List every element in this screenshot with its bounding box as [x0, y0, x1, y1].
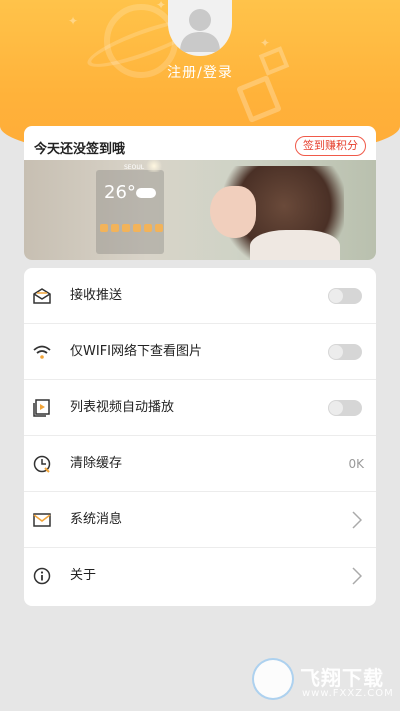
- video-list-icon: [33, 399, 50, 417]
- login-register-link[interactable]: 注册/登录: [0, 62, 400, 82]
- banner-city: SEOUL: [124, 164, 145, 171]
- setting-row-wifi-images[interactable]: 仅WIFI网络下查看图片: [24, 324, 376, 380]
- book-decoration: [236, 75, 282, 123]
- wifi-images-toggle[interactable]: [328, 344, 362, 360]
- settings-list: 接收推送 仅WIFI网络下查看图片 列表视频自动播放 清除缓存 0K 系统消息 …: [24, 268, 376, 606]
- weather-icons-row: [100, 224, 163, 232]
- star-decoration: ✦: [68, 14, 79, 28]
- chevron-right-icon: [352, 567, 362, 585]
- signin-banner-image[interactable]: SEOUL 26°: [24, 160, 376, 260]
- banner-person-body: [250, 230, 340, 260]
- lamp-light: [144, 160, 164, 172]
- watermark-url: www.FXXZ.COM: [302, 688, 394, 699]
- setting-label: 列表视频自动播放: [70, 400, 175, 415]
- watermark-brand: 飞翔下载: [300, 666, 384, 690]
- wifi-icon: [33, 345, 51, 359]
- banner-person-face: [210, 186, 256, 238]
- cache-size-value: 0K: [348, 457, 364, 471]
- setting-row-about[interactable]: 关于: [24, 548, 376, 604]
- banner-temperature: 26°: [104, 182, 136, 203]
- autoplay-toggle[interactable]: [328, 400, 362, 416]
- signin-card: 今天还没签到哦 签到赚积分 SEOUL 26°: [24, 126, 376, 260]
- earn-points-button[interactable]: 签到赚积分: [295, 136, 366, 156]
- setting-row-push[interactable]: 接收推送: [24, 268, 376, 324]
- chevron-right-icon: [352, 511, 362, 529]
- info-icon: [33, 567, 51, 585]
- clear-cache-icon: [33, 455, 51, 473]
- setting-label: 仅WIFI网络下查看图片: [70, 344, 202, 359]
- default-user-icon: [180, 9, 220, 52]
- envelope-open-icon: [33, 288, 51, 304]
- mail-icon: [33, 513, 51, 527]
- signin-status-title: 今天还没签到哦: [34, 142, 126, 157]
- star-decoration: ✦: [156, 0, 167, 12]
- push-toggle[interactable]: [328, 288, 362, 304]
- watermark-logo-icon: [252, 658, 294, 700]
- star-decoration: ✦: [260, 36, 271, 50]
- setting-row-clear-cache[interactable]: 清除缓存 0K: [24, 436, 376, 492]
- setting-label: 接收推送: [70, 288, 123, 303]
- setting-row-autoplay[interactable]: 列表视频自动播放: [24, 380, 376, 436]
- setting-label: 关于: [70, 568, 97, 583]
- setting-label: 清除缓存: [70, 456, 123, 471]
- setting-row-system-messages[interactable]: 系统消息: [24, 492, 376, 548]
- setting-label: 系统消息: [70, 512, 123, 527]
- cloud-icon: [136, 188, 156, 198]
- site-watermark: 飞翔下载 www.FXXZ.COM: [252, 658, 394, 706]
